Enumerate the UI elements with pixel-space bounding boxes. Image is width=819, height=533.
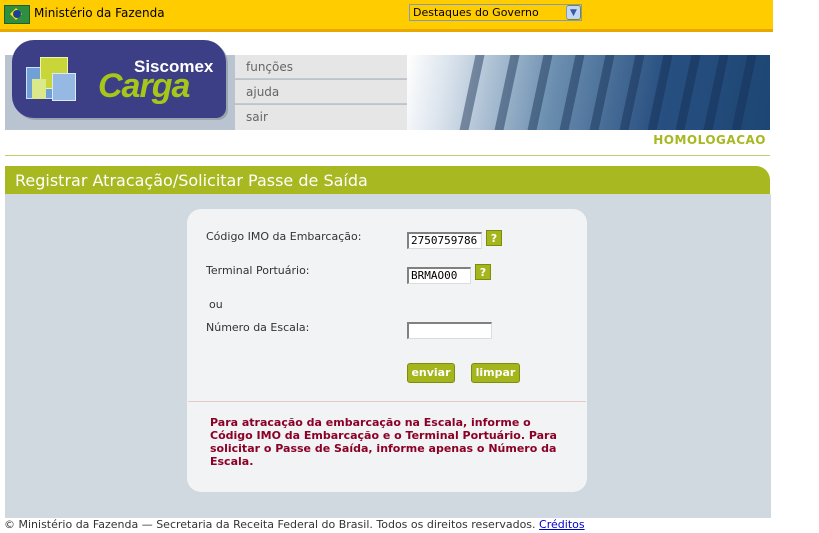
siscomex-carga-logo[interactable]: Siscomex Carga — [12, 40, 226, 118]
terminal-input[interactable]: BRMAO00 — [407, 267, 471, 284]
footer: © Ministério da Fazenda — Secretaria da … — [0, 518, 773, 533]
logo-carga-text: Carga — [98, 67, 190, 105]
menu-item-ajuda[interactable]: ajuda — [235, 80, 407, 104]
government-bar: Ministério da Fazenda Destaques do Gover… — [0, 0, 773, 32]
help-icon[interactable]: ? — [486, 230, 502, 246]
submit-button[interactable]: enviar — [407, 363, 455, 383]
form-divider — [188, 401, 586, 402]
environment-label: HOMOLOGACAO — [653, 133, 766, 147]
ministry-link[interactable]: Ministério da Fazenda — [34, 6, 165, 20]
siscomex-cube-icon — [26, 53, 76, 105]
scale-number-label: Número da Escala: — [206, 321, 310, 334]
or-label: ou — [209, 298, 223, 311]
menu-item-sair[interactable]: sair — [235, 105, 407, 130]
government-highlights-select[interactable]: Destaques do Governo ▼ — [409, 4, 582, 21]
header-divider — [5, 155, 770, 156]
scale-number-input[interactable] — [407, 322, 492, 339]
credits-link[interactable]: Créditos — [539, 518, 585, 531]
menu-item-funcoes[interactable]: funções — [235, 55, 407, 79]
instructions-text: Para atracação da embarcação na Escala, … — [210, 416, 557, 468]
terminal-label: Terminal Portuário: — [206, 264, 310, 277]
main-menu: funções ajuda sair — [235, 55, 407, 130]
header-building-image — [407, 55, 770, 130]
footer-copyright: © Ministério da Fazenda — Secretaria da … — [4, 518, 536, 531]
dropdown-arrow-icon[interactable]: ▼ — [566, 5, 581, 20]
imo-label: Código IMO da Embarcação: — [206, 230, 362, 243]
page-title: Registrar Atracação/Solicitar Passe de S… — [5, 166, 770, 194]
brazil-flag-icon — [4, 5, 30, 24]
help-icon[interactable]: ? — [475, 264, 491, 280]
imo-input[interactable]: 2750759786 — [407, 232, 482, 249]
select-value: Destaques do Governo — [413, 6, 539, 19]
clear-button[interactable]: limpar — [471, 363, 520, 383]
